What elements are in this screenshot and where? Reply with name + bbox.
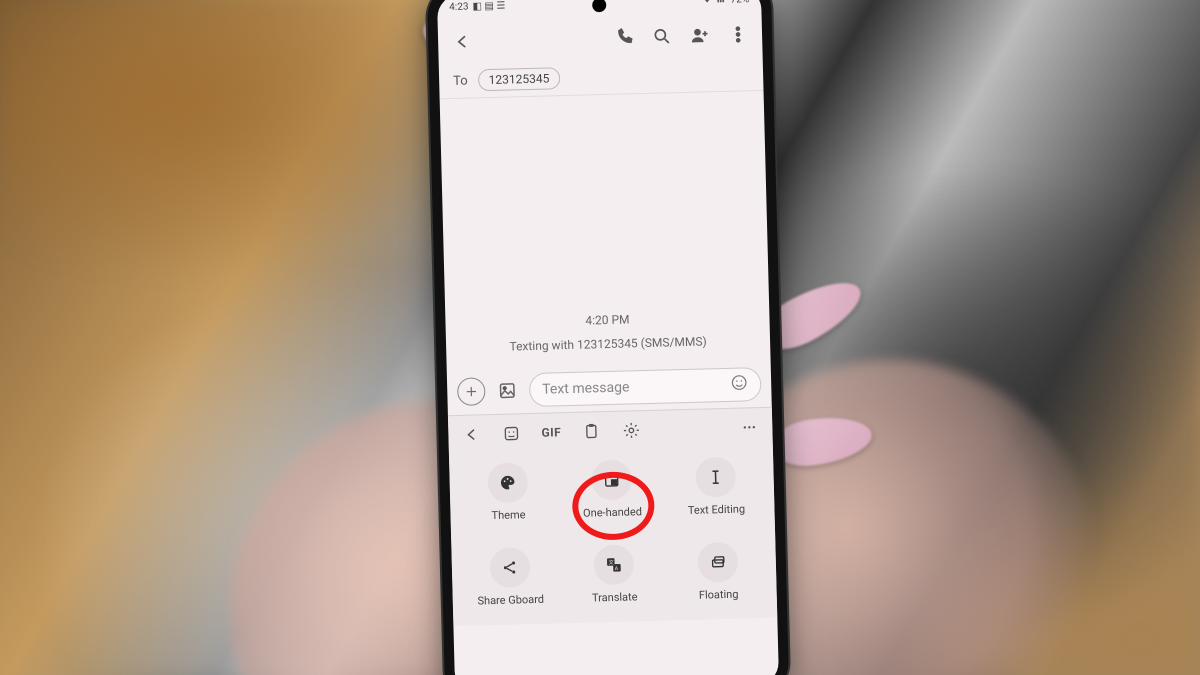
kb-back-icon[interactable]	[458, 421, 485, 448]
tile-label: Theme	[491, 508, 525, 522]
conversation-timestamp: 4:20 PM	[585, 312, 630, 327]
message-placeholder: Text message	[542, 379, 630, 397]
tile-label: Floating	[699, 588, 739, 602]
call-button[interactable]	[610, 23, 639, 52]
tile-label: Text Editing	[688, 502, 746, 516]
translate-icon: 文A	[593, 544, 634, 585]
status-battery: 72%	[730, 0, 749, 5]
sticker-icon[interactable]	[498, 420, 525, 447]
search-button[interactable]	[648, 22, 677, 51]
tile-one-handed[interactable]: One-handed	[559, 459, 665, 521]
palette-icon	[487, 462, 528, 503]
tile-theme[interactable]: Theme	[455, 461, 561, 523]
floating-icon	[697, 542, 738, 583]
status-signal-icon	[716, 0, 726, 7]
status-notif-icons: ◧ ▤ ☰	[472, 0, 505, 12]
keyboard-options-grid: Theme One-handed Text Editing Share Gboa…	[449, 446, 777, 626]
gif-button[interactable]: GIF	[538, 419, 565, 446]
tile-share-gboard[interactable]: Share Gboard	[457, 546, 563, 608]
status-time: 4:23	[449, 1, 469, 13]
gallery-button[interactable]	[493, 376, 522, 405]
tile-label: Share Gboard	[477, 593, 544, 608]
attach-button[interactable]	[457, 377, 486, 406]
tile-translate[interactable]: 文A Translate	[561, 544, 667, 606]
tile-text-editing[interactable]: Text Editing	[663, 456, 769, 518]
clipboard-icon[interactable]	[578, 418, 605, 445]
one-handed-icon	[591, 459, 632, 500]
phone-frame: 4:23 ◧ ▤ ☰ 72% To	[427, 0, 790, 675]
kb-more-icon[interactable]	[736, 414, 763, 441]
share-icon	[489, 547, 530, 588]
settings-icon[interactable]	[618, 417, 645, 444]
tile-label: One-handed	[583, 505, 642, 520]
status-wifi-icon	[702, 0, 712, 7]
to-label: To	[453, 73, 468, 88]
more-button[interactable]	[724, 20, 753, 49]
message-input[interactable]: Text message	[529, 367, 762, 407]
back-button[interactable]	[448, 27, 477, 56]
tile-floating[interactable]: Floating	[665, 541, 771, 603]
keyboard-panel: GIF Theme One-hand	[448, 407, 777, 626]
emoji-icon[interactable]	[730, 373, 749, 395]
conversation-info: Texting with 123125345 (SMS/MMS)	[509, 334, 707, 353]
conversation-area[interactable]: 4:20 PM Texting with 123125345 (SMS/MMS)	[440, 91, 771, 369]
tile-label: Translate	[592, 590, 638, 604]
text-editing-icon	[695, 457, 736, 498]
recipient-chip[interactable]: 123125345	[477, 67, 560, 91]
add-contact-button[interactable]	[686, 21, 715, 50]
